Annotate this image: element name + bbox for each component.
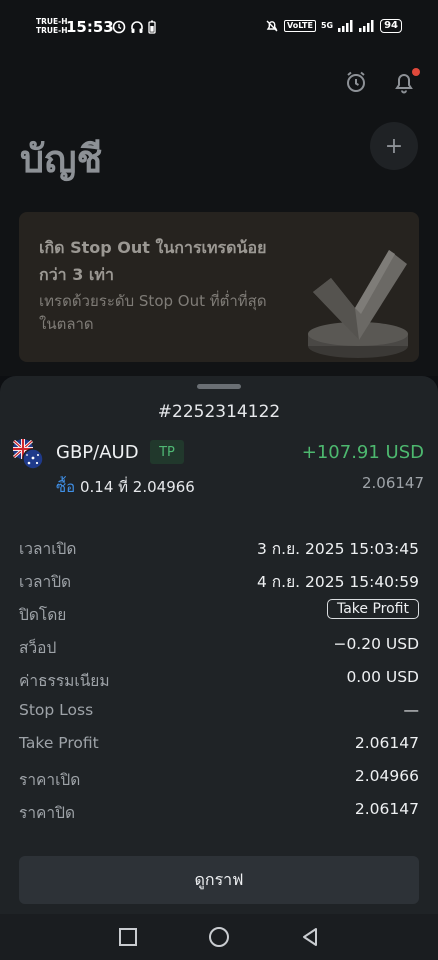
- mute-icon: [266, 20, 278, 32]
- alarm-status-icon: [112, 20, 126, 34]
- detail-label: ราคาปิด: [19, 804, 76, 822]
- detail-row-close-time: เวลาปิด 4 ก.ย. 2025 15:40:59: [19, 563, 419, 596]
- view-chart-button[interactable]: ดูกราฟ: [19, 856, 419, 904]
- notifications-button[interactable]: [392, 68, 420, 98]
- detail-label: ราคาเปิด: [19, 771, 81, 789]
- detail-value: 0.00 USD: [346, 668, 419, 686]
- promo-subtitle: เทรดด้วยระดับ Stop Out ที่ต่ำที่สุดในตลา…: [39, 292, 267, 333]
- profit-value: +107.91 USD: [301, 442, 424, 463]
- signal-2-icon: [359, 20, 374, 32]
- detail-value: 2.06147: [354, 800, 419, 818]
- add-account-button[interactable]: +: [370, 122, 418, 170]
- detail-value: —: [403, 701, 420, 719]
- detail-value: 2.04966: [354, 767, 419, 785]
- recents-icon[interactable]: [118, 927, 138, 947]
- detail-row-open-price: ราคาเปิด 2.04966: [19, 761, 419, 794]
- status-bar: TRUE-H TRUE-H 15:53 VoLTE 5G 94: [0, 0, 438, 56]
- page-title: บัญชี: [20, 137, 103, 181]
- clock: 15:53: [66, 18, 114, 36]
- detail-label: ค่าธรรมเนียม: [19, 672, 110, 690]
- detail-row-take-profit: Take Profit 2.06147: [19, 728, 419, 761]
- headphones-icon: [131, 21, 143, 33]
- battery-small-icon: [148, 20, 156, 34]
- trade-volume-price: 0.14 ที่ 2.04966: [79, 478, 195, 496]
- home-icon[interactable]: [208, 926, 230, 948]
- detail-label: เวลาปิด: [19, 573, 72, 591]
- notification-dot: [412, 68, 420, 76]
- position-details-sheet: #2252314122 GBP/AUD TP +107.91 USD ซื้อ …: [0, 376, 438, 914]
- detail-label: ปิดโดย: [19, 606, 67, 624]
- detail-value: 2.06147: [354, 734, 419, 752]
- back-icon[interactable]: [300, 927, 320, 947]
- detail-value: 4 ก.ย. 2025 15:40:59: [256, 573, 419, 591]
- details-list: เวลาเปิด 3 ก.ย. 2025 15:03:45 เวลาปิด 4 …: [19, 530, 419, 827]
- trade-summary: ซื้อ 0.14 ที่ 2.04966: [56, 475, 195, 499]
- promo-banner[interactable]: เกิด Stop Out ในการเทรดน้อยกว่า 3 เท่า เ…: [19, 212, 419, 362]
- signal-icon: [338, 20, 353, 32]
- detail-row-commission: ค่าธรรมเนียม 0.00 USD: [19, 662, 419, 695]
- order-id: #2252314122: [157, 402, 281, 422]
- gbp-aud-flag-icon: [13, 439, 44, 470]
- detail-value: −0.20 USD: [333, 635, 419, 653]
- trade-side: ซื้อ: [56, 478, 76, 496]
- detail-label: Stop Loss: [19, 701, 94, 719]
- closed-by-badge: Take Profit: [326, 599, 419, 619]
- system-nav-bar: [0, 914, 438, 960]
- carrier-label: TRUE-H TRUE-H: [36, 17, 68, 35]
- detail-row-close-price: ราคาปิด 2.06147: [19, 794, 419, 827]
- promo-title: เกิด Stop Out ในการเทรดน้อยกว่า 3 เท่า: [39, 238, 267, 284]
- detail-label: เวลาเปิด: [19, 540, 77, 558]
- current-price: 2.06147: [361, 474, 424, 492]
- network-type: 5G: [320, 21, 334, 30]
- accounts-page: บัญชี + เกิด Stop Out ในการเทรดน้อยกว่า …: [0, 56, 438, 376]
- detail-label: Take Profit: [19, 734, 99, 752]
- detail-row-swap: สว็อป −0.20 USD: [19, 629, 419, 662]
- checkmark-trophy-icon: [308, 250, 408, 358]
- alarm-icon[interactable]: [344, 70, 368, 94]
- detail-row-open-time: เวลาเปิด 3 ก.ย. 2025 15:03:45: [19, 530, 419, 563]
- symbol-label: GBP/AUD: [56, 442, 139, 463]
- battery-indicator: 94: [380, 19, 402, 33]
- sheet-drag-handle[interactable]: [197, 384, 241, 389]
- tp-badge: TP: [150, 440, 184, 464]
- detail-row-closed-by: ปิดโดย Take Profit: [19, 596, 419, 629]
- volte-badge: VoLTE: [283, 20, 316, 32]
- detail-value: 3 ก.ย. 2025 15:03:45: [256, 540, 419, 558]
- detail-row-stop-loss: Stop Loss —: [19, 695, 419, 728]
- detail-label: สว็อป: [19, 639, 57, 657]
